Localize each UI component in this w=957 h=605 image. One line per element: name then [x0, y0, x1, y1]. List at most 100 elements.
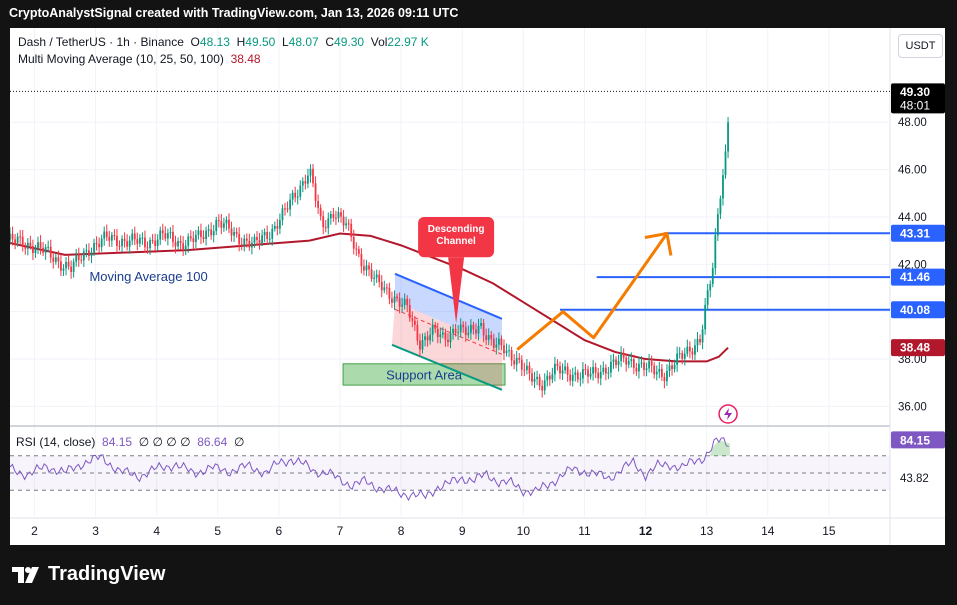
time-tick-label: 2: [31, 524, 38, 538]
candle-body: [121, 238, 123, 247]
candle-body: [500, 338, 503, 346]
candle-body: [189, 236, 192, 239]
candle-body: [528, 365, 531, 374]
candle-body: [172, 231, 174, 243]
candle-body: [156, 239, 159, 246]
candle-body: [159, 230, 162, 240]
candle-body: [704, 304, 707, 330]
candle-body: [93, 243, 95, 253]
candle-body: [85, 250, 88, 252]
candle-body: [47, 246, 50, 248]
candle-body: [273, 225, 276, 229]
candle-body: [393, 296, 396, 303]
candle-body: [57, 257, 60, 262]
candle-body: [210, 229, 213, 236]
candle-body: [533, 378, 536, 382]
candle-body: [373, 277, 376, 279]
candle-body: [520, 359, 523, 370]
candle-body: [668, 365, 671, 372]
volume-label: Vol: [370, 35, 388, 49]
candle-body: [72, 261, 75, 272]
chart-frame[interactable]: Support Area Moving Average 100 Descendi…: [10, 28, 945, 545]
candle-body: [525, 365, 528, 371]
price-label-text: 49.30: [900, 85, 930, 99]
candle-body: [363, 266, 365, 271]
time-tick-label: 10: [517, 524, 531, 538]
candle-body: [116, 236, 118, 246]
price-label-text: 43.31: [900, 226, 930, 240]
rsi-legend-empty: ∅ ∅ ∅ ∅: [138, 435, 191, 449]
candle-body: [462, 324, 465, 328]
candle-body: [508, 350, 510, 352]
candle-body: [212, 231, 215, 236]
candle-body: [317, 200, 320, 208]
candle-body: [238, 233, 241, 245]
candle-body: [80, 259, 83, 261]
candle-body: [32, 246, 34, 254]
candle-body: [253, 236, 256, 243]
candle-body: [100, 238, 103, 248]
candle-body: [10, 233, 11, 241]
candle-body: [312, 168, 314, 184]
candle-body: [37, 242, 39, 249]
candle-body: [118, 245, 121, 247]
candle-body: [663, 377, 666, 382]
candle-body: [225, 219, 228, 224]
candle-body: [261, 235, 263, 243]
candle-body: [709, 284, 712, 291]
candle-body: [401, 304, 404, 307]
candle-body: [340, 212, 342, 217]
rsi-legend-value: 84.15: [102, 435, 133, 449]
candle-body: [299, 185, 302, 197]
callout-line-1: Descending: [428, 224, 485, 235]
time-tick-label: 15: [822, 524, 836, 538]
candle-body: [492, 338, 495, 348]
candle-body: [49, 246, 52, 258]
candle-body: [597, 372, 600, 379]
candle-body: [26, 242, 29, 249]
price-chart[interactable]: Support Area Moving Average 100 Descendi…: [10, 28, 945, 545]
candle-body: [681, 353, 684, 359]
candle-body: [370, 269, 373, 279]
candle-body: [447, 339, 449, 343]
rsi-tick-label: 43.82: [900, 473, 929, 485]
candle-body: [82, 251, 85, 261]
candle-body: [688, 346, 691, 352]
currency-button[interactable]: USDT: [898, 34, 943, 58]
candle-body: [574, 372, 577, 375]
candle-body: [327, 218, 330, 229]
candle-body: [589, 373, 592, 377]
candle-body: [482, 323, 485, 336]
candle-body: [146, 247, 149, 249]
candle-body: [52, 257, 55, 262]
candle-body: [276, 225, 279, 229]
ma-legend-label[interactable]: Multi Moving Average (10, 25, 50, 100): [18, 52, 224, 66]
candle-body: [477, 325, 480, 334]
time-tick-label: 4: [153, 524, 160, 538]
candle-body: [487, 335, 490, 340]
candle-body: [411, 318, 414, 321]
candle-body: [268, 238, 271, 240]
time-tick-label: 6: [276, 524, 283, 538]
candle-body: [144, 237, 146, 248]
price-label-text: 38.48: [900, 341, 930, 355]
candle-body: [467, 332, 470, 336]
rsi-legend[interactable]: RSI (14, close) 84.15 ∅ ∅ ∅ ∅ 86.64 ∅: [16, 435, 244, 449]
candle-body: [14, 239, 16, 243]
candle-body: [566, 366, 569, 375]
rsi-legend-label[interactable]: RSI (14, close): [16, 435, 95, 449]
candle-body: [495, 344, 498, 348]
candle-body: [184, 245, 187, 251]
candle-body: [75, 254, 78, 262]
candle-body: [541, 386, 544, 391]
symbol-legend[interactable]: Dash / TetherUS · 1h · Binance O48.13 H4…: [18, 35, 429, 49]
candle-body: [630, 359, 633, 362]
candle-body: [108, 237, 111, 241]
ma-legend[interactable]: Multi Moving Average (10, 25, 50, 100) 3…: [18, 52, 261, 66]
candle-body: [505, 350, 508, 354]
candle-body: [722, 175, 724, 199]
symbol-title[interactable]: Dash / TetherUS · 1h · Binance: [18, 35, 184, 49]
candle-body: [110, 234, 113, 241]
candle-body: [266, 231, 269, 240]
candle-body: [612, 359, 615, 362]
